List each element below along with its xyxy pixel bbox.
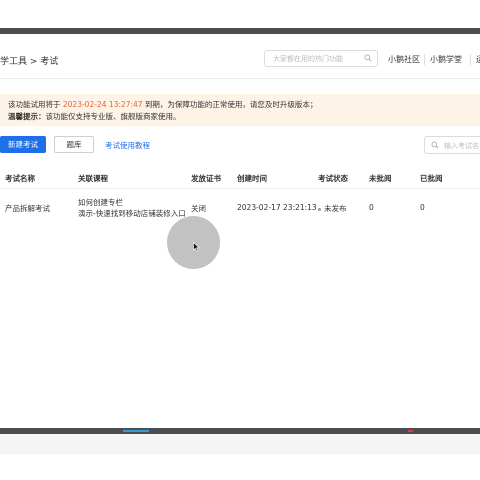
- column-header-created: 创建时间: [237, 174, 267, 183]
- new-exam-button[interactable]: 新建考试: [0, 136, 46, 153]
- mouse-pointer-icon: [193, 242, 200, 252]
- exam-search-placeholder: 输入考试名: [444, 142, 479, 150]
- header-link-more[interactable]: 运: [476, 54, 480, 65]
- trial-expiry-date: 2023-02-24 13:27:47: [62, 100, 143, 109]
- header-divider: [424, 54, 425, 65]
- exam-toolbar: 新建考试 题库 考试使用教程 输入考试名: [0, 136, 480, 154]
- trial-expiry-prefix: 该功能试用将于: [8, 100, 61, 109]
- table-row[interactable]: 产品拆解考试 如何创建专栏 演示-快速找到移动店铺装修入口 关闭 2023-02…: [0, 190, 480, 230]
- taskbar-indicator: [408, 430, 413, 432]
- question-bank-button[interactable]: 题库: [54, 136, 94, 153]
- header-divider: [470, 54, 471, 65]
- column-header-reviewed: 已批阅: [420, 174, 443, 183]
- page-header: 学工具 > 考试 大家都在用的热门功能 小鹅社区 小鹅学堂 运: [0, 40, 480, 79]
- exam-status: 未发布: [318, 203, 347, 214]
- column-header-course: 关联课程: [78, 174, 108, 183]
- window-top-bar: [0, 28, 480, 34]
- table-header: 考试名称 关联课程 发放证书 创建时间 考试状态 未批阅 已批阅: [0, 166, 480, 189]
- exam-status-label: 未发布: [324, 204, 347, 213]
- exam-name[interactable]: 产品拆解考试: [5, 203, 50, 214]
- header-link-community[interactable]: 小鹅社区: [388, 54, 420, 65]
- status-dot-icon: [318, 207, 321, 211]
- tip-text: 该功能仅支持专业版、旗舰版商家使用。: [45, 112, 181, 121]
- search-icon[interactable]: [364, 54, 372, 62]
- trial-expiry-suffix: 到期，为保障功能的正常使用，请您及时升级版本；: [144, 100, 318, 109]
- breadcrumb[interactable]: 学工具 > 考试: [0, 54, 58, 67]
- feature-search-input[interactable]: 大家都在用的热门功能: [264, 50, 378, 67]
- certificate-status: 关闭: [191, 204, 206, 213]
- reviewed-count: 0: [420, 203, 425, 212]
- column-header-unreviewed: 未批阅: [369, 174, 392, 183]
- exam-search-input[interactable]: 输入考试名: [424, 136, 480, 154]
- tip-label: 温馨提示：: [8, 112, 46, 121]
- header-link-academy[interactable]: 小鹅学堂: [430, 54, 462, 65]
- exam-tutorial-link[interactable]: 考试使用教程: [105, 140, 150, 151]
- feature-search-placeholder: 大家都在用的热门功能: [273, 55, 343, 63]
- tip-line: 温馨提示：该功能仅支持专业版、旗舰版商家使用。: [8, 111, 181, 122]
- course-item[interactable]: 演示-快速找到移动店铺装修入口: [78, 208, 186, 219]
- column-header-certificate: 发放证书: [191, 174, 221, 183]
- taskbar-indicator: [123, 430, 149, 432]
- course-item[interactable]: 如何创建专栏: [78, 197, 123, 208]
- trial-expiry-line: 该功能试用将于 2023-02-24 13:27:47 到期，为保障功能的正常使…: [8, 99, 317, 110]
- unreviewed-count: 0: [369, 203, 374, 212]
- created-time: 2023-02-17 23:21:13: [237, 203, 317, 212]
- column-header-status: 考试状态: [318, 174, 348, 183]
- column-header-exam-name: 考试名称: [5, 174, 35, 183]
- trial-notice-banner: 该功能试用将于 2023-02-24 13:27:47 到期，为保障功能的正常使…: [0, 94, 480, 126]
- footer-strip: [0, 434, 480, 454]
- search-icon: [431, 141, 439, 149]
